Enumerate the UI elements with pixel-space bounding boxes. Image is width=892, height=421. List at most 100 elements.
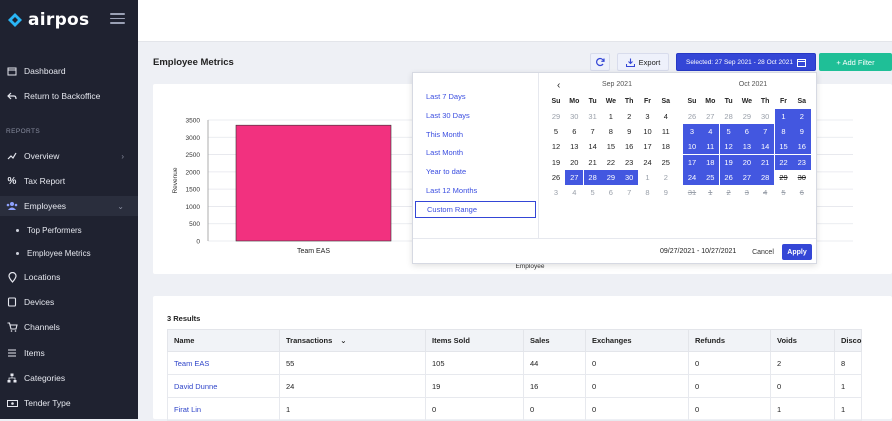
calendar-day[interactable]: 26: [719, 169, 738, 185]
calendar-day[interactable]: 13: [565, 139, 583, 154]
calendar-day[interactable]: 5: [775, 185, 793, 200]
calendar-day[interactable]: 12: [719, 139, 738, 155]
range-option-last-12-months[interactable]: Last 12 Months: [415, 182, 536, 199]
column-header-disco[interactable]: Disco: [833, 329, 863, 352]
calendar-day[interactable]: 5: [584, 185, 602, 200]
calendar-day[interactable]: 7: [756, 124, 775, 140]
calendar-day[interactable]: 26: [683, 109, 701, 124]
column-header-transactions[interactable]: Transactions ⌄: [279, 329, 426, 352]
table-row[interactable]: Team EAS 55 105 44 0 0 2 8: [167, 351, 863, 375]
calendar-day[interactable]: 2: [792, 109, 811, 124]
sidebar-item-tender-type[interactable]: Tender Type: [0, 393, 138, 413]
calendar-day[interactable]: 30: [565, 109, 583, 124]
brand[interactable]: airpos: [6, 10, 89, 30]
calendar-day[interactable]: 8: [774, 124, 793, 140]
employee-name-cell[interactable]: Team EAS: [167, 351, 280, 375]
table-row[interactable]: David Dunne 24 19 16 0 0 0 1: [167, 374, 863, 398]
calendar-day[interactable]: 4: [701, 124, 720, 140]
calendar-day[interactable]: 22: [774, 154, 793, 170]
calendar-day[interactable]: 27: [737, 169, 756, 185]
sidebar-item-employees[interactable]: Employees ⌄: [0, 196, 138, 216]
calendar-day[interactable]: 10: [683, 139, 701, 155]
calendar-day[interactable]: 20: [737, 154, 756, 170]
calendar-day[interactable]: 14: [584, 139, 602, 154]
sidebar-item-items[interactable]: Items: [0, 343, 138, 363]
calendar-day[interactable]: 17: [639, 139, 657, 154]
calendar-day[interactable]: 9: [657, 185, 675, 200]
calendar-day[interactable]: 27: [565, 169, 584, 185]
calendar-day[interactable]: 31: [584, 109, 602, 124]
calendar-day[interactable]: 28: [583, 169, 602, 185]
calendar-day[interactable]: 9: [620, 124, 638, 139]
calendar-day[interactable]: 13: [737, 139, 756, 155]
calendar-day[interactable]: 30: [756, 109, 774, 124]
calendar-day[interactable]: 27: [701, 109, 719, 124]
calendar-day[interactable]: 19: [719, 154, 738, 170]
calendar-day[interactable]: 28: [720, 109, 738, 124]
calendar-day[interactable]: 2: [657, 170, 675, 185]
calendar-day[interactable]: 12: [547, 139, 565, 154]
range-option-last-7-days[interactable]: Last 7 Days: [415, 88, 536, 105]
calendar-day[interactable]: 11: [701, 139, 720, 155]
sort-chevron-icon[interactable]: ⌄: [340, 336, 346, 345]
range-option-last-30-days[interactable]: Last 30 Days: [415, 107, 536, 124]
date-range-button[interactable]: Selected: 27 Sep 2021 - 28 Oct 2021: [676, 53, 816, 71]
calendar-day[interactable]: 2: [720, 185, 738, 200]
sidebar-item-devices[interactable]: Devices: [0, 292, 138, 312]
sidebar-item-dashboard[interactable]: Dashboard: [0, 61, 138, 81]
calendar-day[interactable]: 3: [683, 124, 701, 140]
employee-name-cell[interactable]: Firat Lin: [167, 397, 280, 421]
calendar-day[interactable]: 1: [639, 170, 657, 185]
calendar-day[interactable]: 11: [657, 124, 675, 139]
calendar-day[interactable]: 21: [584, 155, 602, 170]
sidebar-item-tax-report[interactable]: % Tax Report: [0, 171, 138, 191]
calendar-day[interactable]: 29: [738, 109, 756, 124]
calendar-day[interactable]: 1: [602, 109, 620, 124]
column-header-exchanges[interactable]: Exchanges: [585, 329, 689, 352]
calendar-day[interactable]: 5: [719, 124, 738, 140]
range-option-last-month[interactable]: Last Month: [415, 144, 536, 161]
sidebar-item-return[interactable]: Return to Backoffice: [0, 86, 138, 106]
calendar-day[interactable]: 23: [620, 155, 638, 170]
column-header-refunds[interactable]: Refunds: [688, 329, 771, 352]
calendar-day[interactable]: 16: [620, 139, 638, 154]
menu-toggle-icon[interactable]: [110, 13, 125, 25]
calendar-day[interactable]: 6: [737, 124, 756, 140]
calendar-day[interactable]: 29: [547, 109, 565, 124]
range-option-this-month[interactable]: This Month: [415, 126, 536, 143]
calendar-day[interactable]: 3: [547, 185, 565, 200]
calendar-day[interactable]: 31: [683, 185, 701, 200]
calendar-day[interactable]: 4: [657, 109, 675, 124]
calendar-day[interactable]: 2: [620, 109, 638, 124]
calendar-day[interactable]: 25: [657, 155, 675, 170]
calendar-day[interactable]: 5: [547, 124, 565, 139]
calendar-day[interactable]: 19: [547, 155, 565, 170]
calendar-day[interactable]: 4: [756, 185, 774, 200]
calendar-day[interactable]: 29: [601, 169, 620, 185]
calendar-day[interactable]: 1: [701, 185, 719, 200]
calendar-day[interactable]: 6: [793, 185, 811, 200]
cancel-button[interactable]: Cancel: [748, 244, 778, 260]
column-header-sales[interactable]: Sales: [523, 329, 586, 352]
calendar-day[interactable]: 1: [774, 109, 793, 124]
calendar-day[interactable]: 30: [793, 170, 811, 185]
calendar-day[interactable]: 24: [683, 169, 701, 185]
calendar-day[interactable]: 6: [565, 124, 583, 139]
calendar-day[interactable]: 21: [756, 154, 775, 170]
calendar-day[interactable]: 15: [602, 139, 620, 154]
calendar-day[interactable]: 7: [620, 185, 638, 200]
sidebar-subitem-top-performers[interactable]: Top Performers: [0, 222, 138, 238]
apply-button[interactable]: Apply: [782, 244, 812, 260]
calendar-day[interactable]: 18: [701, 154, 720, 170]
sidebar-item-locations[interactable]: Locations: [0, 267, 138, 287]
calendar-day[interactable]: 6: [602, 185, 620, 200]
calendar-day[interactable]: 17: [683, 154, 701, 170]
calendar-day[interactable]: 20: [565, 155, 583, 170]
sidebar-subitem-employee-metrics[interactable]: Employee Metrics: [0, 245, 138, 261]
column-header-voids[interactable]: Voids: [770, 329, 835, 352]
calendar-day[interactable]: 25: [701, 169, 720, 185]
add-filter-button[interactable]: + Add Filter: [819, 53, 892, 71]
calendar-day[interactable]: 23: [792, 154, 811, 170]
calendar-day[interactable]: 22: [602, 155, 620, 170]
calendar-day[interactable]: 30: [620, 169, 639, 185]
